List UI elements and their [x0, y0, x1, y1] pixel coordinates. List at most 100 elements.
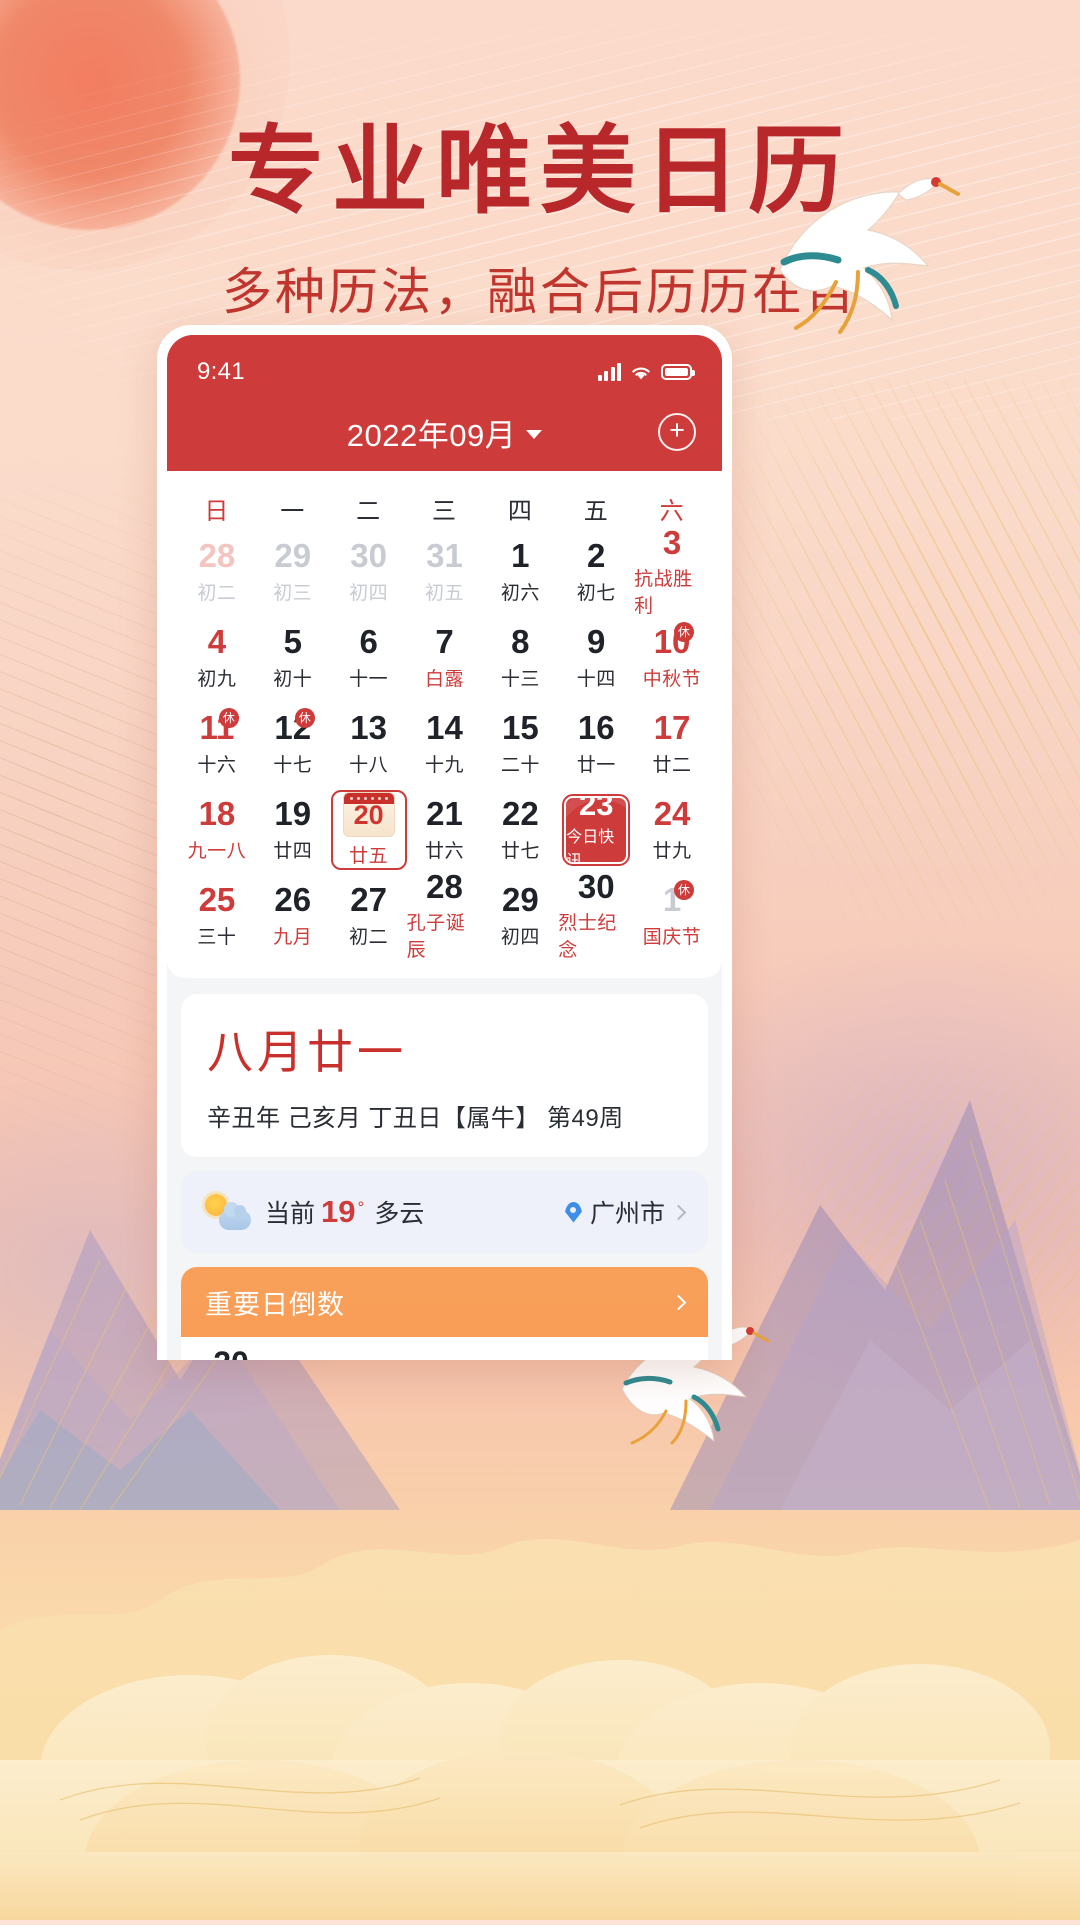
calendar-day-number: 16 [577, 709, 615, 747]
calendar-day-lunar: 初四 [349, 582, 389, 604]
weather-prefix: 当前 [265, 1200, 316, 1228]
month-title: 2022年09月 [346, 417, 517, 453]
calendar-day-cell[interactable]: 11 十六休 [179, 704, 255, 784]
calendar-day-lunar: 初六 [500, 582, 540, 604]
weather-temperature: 19 [321, 1194, 356, 1229]
weekday-label: 四 [507, 498, 533, 525]
calendar-day-lunar: 廿二 [652, 754, 692, 776]
countdown-row[interactable]: 204月谷雨2天 [181, 1337, 708, 1361]
calendar-day-cell[interactable]: 7 白露 [407, 618, 483, 698]
calendar-day-number: 29 [501, 881, 539, 919]
calendar-day-cell[interactable]: 26 九月 [255, 876, 331, 956]
calendar-day-cell[interactable]: 15 二十 [482, 704, 558, 784]
wifi-icon [632, 366, 650, 379]
calendar-day-cell[interactable]: 23 今日快讯 [558, 790, 634, 870]
countdown-date: 204月 [181, 1347, 281, 1361]
calendar-day-number: 9 [587, 623, 606, 661]
calendar-day-number: 15 [501, 709, 539, 747]
lunar-date-title: 八月廿一 [207, 1027, 407, 1078]
status-bar: 9:41 [167, 335, 722, 393]
calendar-day-lunar: 廿四 [273, 840, 313, 862]
today-highlight: 23 今日快讯 [562, 794, 631, 866]
weekday-label: 三 [431, 498, 457, 525]
weekday-label: 六 [659, 498, 685, 525]
calendar-day-cell[interactable]: 24 廿九 [634, 790, 710, 870]
calendar-day-cell[interactable]: 16 廿一 [558, 704, 634, 784]
weather-location-button[interactable]: 广州市 [565, 1194, 687, 1230]
calendar-day-cell[interactable]: 22 廿七 [482, 790, 558, 870]
add-event-button[interactable]: + [658, 413, 696, 451]
calendar-day-cell[interactable]: 25 三十 [179, 876, 255, 956]
calendar-day-cell[interactable]: 21 廿六 [407, 790, 483, 870]
calendar-day-cell[interactable]: 2 初七 [558, 532, 634, 612]
calendar-day-cell[interactable]: 18 九一八 [179, 790, 255, 870]
calendar-day-number: 30 [577, 867, 615, 905]
calendar-day-lunar: 廿九 [652, 840, 692, 862]
calendar-day-cell[interactable]: 31 初五 [407, 532, 483, 612]
calendar-day-cell[interactable]: 1 国庆节休 [634, 876, 710, 956]
calendar-day-lunar: 今日快讯 [566, 829, 615, 864]
calendar-day-lunar: 廿五 [349, 846, 389, 867]
calendar-day-cell[interactable]: 13 十八 [331, 704, 407, 784]
calendar-day-lunar: 烈士纪念 [558, 913, 617, 962]
calendar-day-cell[interactable]: 30 烈士纪念 [558, 869, 634, 962]
lunar-date-card[interactable]: 八月廿一 辛丑年 己亥月 丁丑日【属牛】 第49周 [181, 994, 708, 1157]
countdown-header[interactable]: 重要日倒数 [181, 1267, 708, 1337]
calendar-day-cell[interactable]: 29 初四 [482, 876, 558, 956]
calendar-day-cell[interactable]: 20 廿五 [330, 790, 407, 870]
calendar-day-lunar: 初十 [273, 668, 313, 690]
calendar-day-cell[interactable]: 27 初二 [331, 876, 407, 956]
calendar-day-number: 4 [207, 623, 227, 661]
battery-icon [661, 364, 695, 380]
calendar-day-cell[interactable]: 17 廿二 [634, 704, 710, 784]
calendar-day-number: 8 [511, 623, 530, 661]
line-texture-right [700, 380, 1080, 1080]
calendar-day-number: 21 [426, 795, 463, 833]
calendar-day-cell[interactable]: 8 十三 [482, 618, 558, 698]
calendar-day-cell[interactable]: 6 十一 [331, 618, 407, 698]
calendar-day-cell[interactable]: 29 初三 [255, 532, 331, 612]
calendar-day-number: 3 [662, 523, 682, 561]
month-selector[interactable]: 2022年09月 [346, 410, 543, 455]
calendar-day-lunar: 廿七 [500, 840, 540, 862]
calendar-day-number: 24 [653, 795, 691, 833]
calendar-day-lunar: 国庆节 [642, 926, 702, 948]
cloud-decoration [0, 1300, 1080, 1925]
weather-card[interactable]: 当前 19 ° 多云 广州市 [181, 1171, 708, 1253]
calendar-day-number: 23 [578, 796, 614, 822]
lunar-date-meta: 辛丑年 己亥月 丁丑日【属牛】 第49周 [207, 1105, 624, 1132]
calendar-day-cell[interactable]: 28 初二 [179, 532, 255, 612]
calendar-day-cell[interactable]: 3 抗战胜利 [634, 525, 710, 618]
calendar-day-number: 19 [274, 795, 312, 833]
calendar-day-cell[interactable]: 14 十九 [407, 704, 483, 784]
calendar-day-lunar: 十一 [349, 668, 389, 690]
rest-day-badge: 休 [294, 708, 315, 728]
calendar-day-lunar: 十九 [424, 754, 464, 776]
calendar-day-lunar: 初五 [424, 582, 464, 604]
weekday-header-row: 日一二三四五六 [167, 481, 722, 532]
calendar-day-cell[interactable]: 1 初六 [482, 532, 558, 612]
calendar-day-cell[interactable]: 30 初四 [331, 532, 407, 612]
calendar-day-cell[interactable]: 5 初十 [255, 618, 331, 698]
calendar-day-cell[interactable]: 9 十四 [558, 618, 634, 698]
calendar-day-lunar: 十七 [273, 754, 313, 776]
countdown-list: 204月谷雨2天 [181, 1337, 708, 1360]
calendar-day-lunar: 中秋节 [642, 668, 702, 690]
calendar-day-cell[interactable]: 28 孔子诞辰 [407, 869, 483, 962]
weekday-label: 日 [204, 498, 230, 525]
rest-day-badge: 休 [673, 880, 694, 900]
calendar-day-number: 31 [426, 537, 463, 575]
calendar-day-number: 28 [426, 867, 463, 905]
calendar-day-cell[interactable]: 19 廿四 [255, 790, 331, 870]
calendar-day-lunar: 初三 [273, 582, 313, 604]
calendar-day-grid[interactable]: 28 初二 29 初三 30 初四 31 初五 1 初六 2 初七 3 抗战胜利 4 初九 5 初十 6 十一 7 白露 8… [167, 525, 722, 962]
calendar-day-number: 27 [350, 881, 387, 919]
calendar-card: 日 一 二 三 四 五 六 28 初二 29 初三 30 初四 31 初五 1 初六 2 初七 3 抗战胜利 4 初九 5 初… [167, 471, 722, 978]
calendar-day-cell[interactable]: 10 中秋节休 [634, 618, 710, 698]
calendar-day-number: 28 [198, 537, 236, 575]
calendar-day-lunar: 白露 [424, 668, 464, 690]
calendar-day-cell[interactable]: 4 初九 [179, 618, 255, 698]
calendar-day-lunar: 十八 [349, 754, 389, 776]
calendar-day-cell[interactable]: 12 十七休 [255, 704, 331, 784]
calendar-day-number: 22 [501, 795, 539, 833]
